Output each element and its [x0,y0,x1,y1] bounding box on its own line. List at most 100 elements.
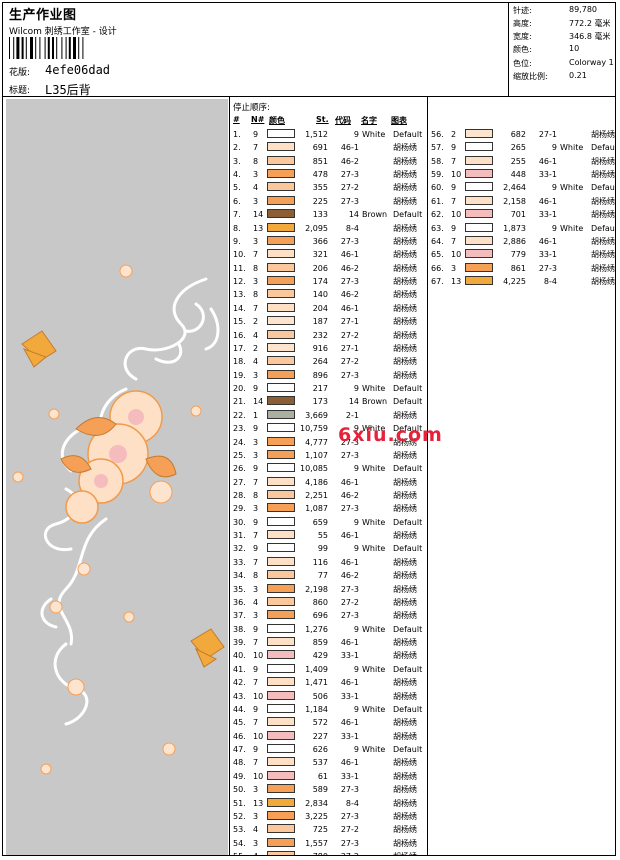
row-stitches: 659 [312,517,328,527]
row-color-swatch [267,316,295,326]
row-color-swatch [267,810,295,820]
row-chart-type: 胡杨绣 [591,277,615,287]
row-chart-type: 胡杨绣 [393,571,417,581]
row-code: 27-3 [340,236,359,246]
row-chart-type: 胡杨绣 [591,130,615,139]
row-code: 46-1 [340,557,359,567]
row-color-swatch [267,730,295,740]
sequence-row: 39. 7 859 46-1 胡杨绣 [233,636,425,649]
sequence-row: 2. 7 691 46-1 胡杨绣 [233,141,425,154]
sequence-row: 52. 3 3,225 27-3 胡杨绣 [233,810,425,823]
row-color-swatch [267,543,295,553]
sequence-row: 7. 14 133 14 Brown Default [233,208,425,221]
sequence-row: 28. 8 2,251 46-2 胡杨绣 [233,489,425,502]
row-chart-type: 胡杨绣 [393,183,417,193]
row-color-name: White [362,130,386,139]
row-chart-type: 胡杨绣 [393,611,417,621]
row-stitches: 232 [312,330,328,340]
row-stitches: 572 [312,718,328,728]
sequence-row: 21. 14 173 14 Brown Default [233,395,425,408]
row-code: 9 [353,384,359,394]
row-code: 33-1 [340,771,359,781]
row-stitches: 701 [510,210,526,220]
sequence-row: 62. 10 701 33-1 胡杨绣 [431,208,615,221]
row-code: 9 [353,704,359,714]
row-stitches: 187 [312,317,328,327]
row-code: 27-3 [340,450,359,460]
row-color-swatch [267,409,295,419]
row-color-swatch [267,463,295,473]
row-chart-type: 胡杨绣 [393,143,417,153]
sequence-row: 34. 8 77 46-2 胡杨绣 [233,569,425,582]
info-height: 高度: 772.2 毫米 [513,19,611,28]
row-color-swatch [465,209,493,219]
row-chart-type: 胡杨绣 [393,504,417,514]
sequence-row: 3. 8 851 46-2 胡杨绣 [233,155,425,168]
row-chart-type: 胡杨绣 [591,236,615,246]
row-code: 46-1 [340,531,359,541]
sequence-row: 36. 4 860 27-2 胡杨绣 [233,596,425,609]
row-color-swatch [267,703,295,713]
row-chart-type: 胡杨绣 [393,785,417,795]
sequence-row: 8. 13 2,095 8-4 胡杨绣 [233,222,425,235]
stop-sequence-title: 停止顺序: [233,103,270,113]
row-stitches: 173 [312,397,328,407]
row-color-swatch [465,142,493,152]
row-chart-type: 胡杨绣 [393,584,417,594]
row-color-swatch [267,182,295,192]
row-stitches: 77 [317,571,328,581]
header-divider [3,96,615,97]
sequence-row: 67. 13 4,225 8-4 胡杨绣 [431,275,615,288]
row-color-swatch [267,222,295,232]
row-color-swatch [267,195,295,205]
row-chart-type: Default [393,544,423,554]
row-code: 27-2 [340,330,359,340]
row-stitches: 321 [312,250,328,260]
row-code: 27-3 [340,370,359,380]
header-index: # [233,115,240,124]
row-stitches: 55 [317,531,328,541]
row-chart-type: Default [393,624,423,634]
row-chart-type: Default [393,130,423,139]
row-color-swatch [267,356,295,366]
row-color-swatch [267,744,295,754]
sequence-row: 35. 3 2,198 27-3 胡杨绣 [233,583,425,596]
row-stitches: 506 [312,691,328,701]
row-code: 9 [353,624,359,634]
sequence-row: 6. 3 225 27-3 胡杨绣 [233,195,425,208]
row-chart-type: Default [393,704,423,714]
row-chart-type: 胡杨绣 [393,277,417,287]
row-chart-type: 胡杨绣 [393,825,417,835]
row-color-swatch [465,129,493,138]
row-stitches: 99 [317,544,328,554]
row-chart-type: 胡杨绣 [393,731,417,741]
row-chart-type: 胡杨绣 [393,330,417,340]
row-color-name: White [362,544,386,554]
row-stitches: 1,409 [305,664,328,674]
row-color-swatch [267,155,295,165]
row-code: 33-1 [340,691,359,701]
row-code: 27-2 [340,357,359,367]
sequence-row: 15. 2 187 27-1 胡杨绣 [233,315,425,328]
row-color-name: White [362,517,386,527]
row-color-swatch [267,516,295,526]
row-code: 27-1 [340,317,359,327]
row-chart-type: 胡杨绣 [393,223,417,233]
row-color-swatch [267,276,295,286]
sequence-row: 19. 3 896 27-3 胡杨绣 [233,369,425,382]
row-code: 27-2 [340,597,359,607]
sequence-row: 63.91,8739WhiteDefault [431,222,615,235]
row-color-swatch [465,249,493,259]
row-color-swatch [465,182,493,192]
row-stitches: 851 [312,156,328,166]
header-color: 颜色 [269,116,285,125]
sequence-row: 26. 9 10,085 9 White Default [233,462,425,475]
row-chart-type: 胡杨绣 [393,303,417,313]
sequence-row: 37. 3 696 27-3 胡杨绣 [233,609,425,622]
info-colors: 颜色: 10 [513,44,580,54]
sequence-row: 16. 4 232 27-2 胡杨绣 [233,329,425,342]
sequence-row: 11. 8 206 46-2 胡杨绣 [233,262,425,275]
row-color-swatch [267,583,295,593]
row-code: 27-3 [538,263,557,273]
row-color-swatch [267,235,295,245]
